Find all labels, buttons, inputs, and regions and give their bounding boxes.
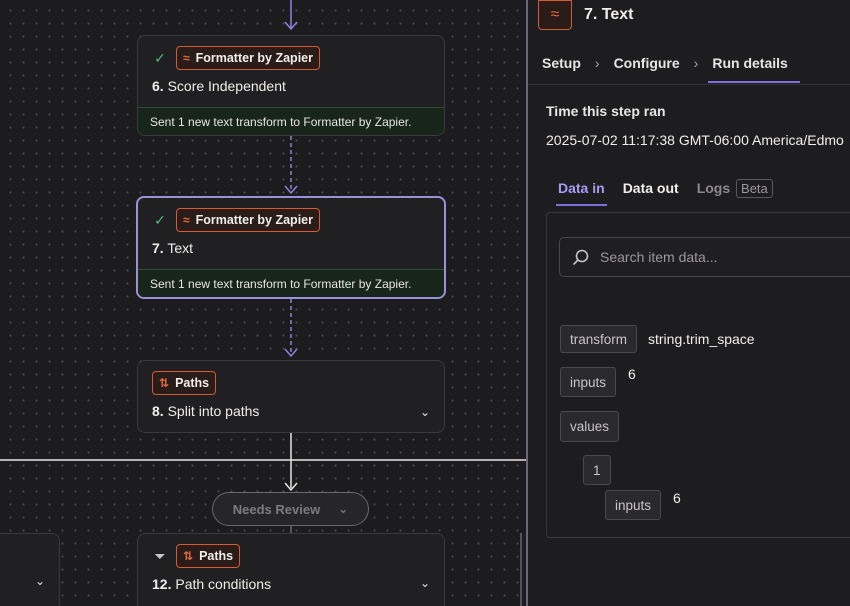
data-key-inputs[interactable]: inputs	[560, 367, 617, 397]
paths-icon: ⇅	[159, 376, 170, 390]
data-value-inputs: 6	[628, 366, 636, 382]
step-name: Split into paths	[167, 403, 260, 419]
time-label: Time this step ran	[546, 103, 666, 119]
crumb-setup[interactable]: Setup	[542, 55, 581, 71]
workflow-canvas[interactable]: ✓ ≈ Formatter by Zapier 6. Score Indepen…	[0, 0, 526, 606]
crumb-run-details[interactable]: Run details	[708, 55, 801, 83]
paths-icon: ⇅	[183, 549, 194, 563]
step-name: Score Independent	[167, 78, 286, 94]
step-title: 6. Score Independent	[138, 70, 444, 94]
tab-logs-label: Logs	[696, 180, 731, 196]
step-status: Sent 1 new text transform to Formatter b…	[138, 107, 444, 135]
app-chip: ≈ Formatter by Zapier	[176, 46, 320, 70]
chevron-right-icon: ›	[594, 55, 600, 71]
step-title: 12. Path conditions	[138, 568, 444, 592]
data-tabs: Data in Data out Logs Beta	[556, 179, 773, 206]
app-name: Paths	[175, 376, 210, 390]
step-name: Path conditions	[175, 576, 272, 592]
step-number: 7.	[152, 240, 164, 256]
step-number: 8.	[152, 403, 164, 419]
data-key-index[interactable]: 1	[583, 455, 611, 485]
step-name: Text	[167, 240, 194, 256]
app-chip: ⇅ Paths	[176, 544, 241, 568]
formatter-icon: ≈	[183, 213, 190, 227]
tab-logs[interactable]: Logs Beta	[696, 179, 773, 198]
formatter-icon: ≈	[538, 0, 572, 30]
app-chip: ≈ Formatter by Zapier	[176, 208, 320, 232]
step-status: Sent 1 new text transform to Formatter b…	[138, 269, 444, 297]
search-icon	[573, 249, 589, 265]
app-name: Formatter by Zapier	[195, 51, 313, 65]
data-value-transform: string.trim_space	[648, 331, 755, 347]
data-key-nested-inputs[interactable]: inputs	[605, 490, 662, 520]
data-in-box: Search item data... transform string.tri…	[546, 212, 850, 538]
tab-data-in[interactable]: Data in	[556, 180, 607, 206]
step-number: 12.	[152, 576, 172, 592]
time-value: 2025-07-02 11:17:38 GMT-06:00 America/Ed…	[546, 132, 844, 148]
data-value-nested-inputs: 6	[673, 490, 681, 506]
app-name: Paths	[199, 549, 234, 563]
check-icon: ✓	[154, 49, 166, 66]
search-placeholder: Search item data...	[600, 249, 718, 265]
chevron-down-icon[interactable]: ⌄	[420, 576, 430, 590]
breadcrumb: Setup › Configure › Run details	[528, 42, 850, 85]
branch-label: Needs Review	[232, 501, 321, 517]
step-node-6[interactable]: ✓ ≈ Formatter by Zapier 6. Score Indepen…	[137, 35, 445, 136]
step-node-12[interactable]: ⏷ ⇅ Paths 12. Path conditions ⌄	[137, 533, 445, 606]
data-key-transform[interactable]: transform	[560, 325, 638, 353]
search-input[interactable]: Search item data...	[559, 237, 850, 277]
step-node-partial[interactable]: ⌄	[0, 533, 60, 606]
chevron-down-icon[interactable]: ⌄	[420, 405, 430, 419]
branch-pill[interactable]: Needs Review ⌄	[212, 492, 369, 526]
crumb-configure[interactable]: Configure	[614, 55, 680, 71]
tab-data-out[interactable]: Data out	[623, 180, 679, 196]
data-key-values[interactable]: values	[560, 411, 620, 442]
step-node-8[interactable]: ⇅ Paths 8. Split into paths ⌄	[137, 360, 445, 433]
step-number: 6.	[152, 78, 164, 94]
app-name: Formatter by Zapier	[195, 213, 313, 227]
step-node-7[interactable]: ✓ ≈ Formatter by Zapier 7. Text Sent 1 n…	[136, 196, 446, 299]
chevron-down-icon: ⌄	[338, 502, 349, 516]
step-title: 8. Split into paths	[138, 395, 444, 419]
check-icon: ✓	[154, 211, 166, 228]
app-chip: ⇅ Paths	[152, 371, 217, 395]
step-title: 7. Text	[138, 232, 444, 256]
formatter-icon: ≈	[183, 51, 190, 65]
chevron-right-icon: ›	[693, 55, 699, 71]
chevron-down-icon[interactable]: ⌄	[35, 574, 45, 588]
filter-icon: ⏷	[154, 547, 166, 564]
beta-badge: Beta	[736, 179, 773, 198]
panel-title: 7. Text	[584, 6, 634, 23]
step-details-panel: ≈ 7. Text Setup › Configure › Run detail…	[526, 0, 850, 606]
